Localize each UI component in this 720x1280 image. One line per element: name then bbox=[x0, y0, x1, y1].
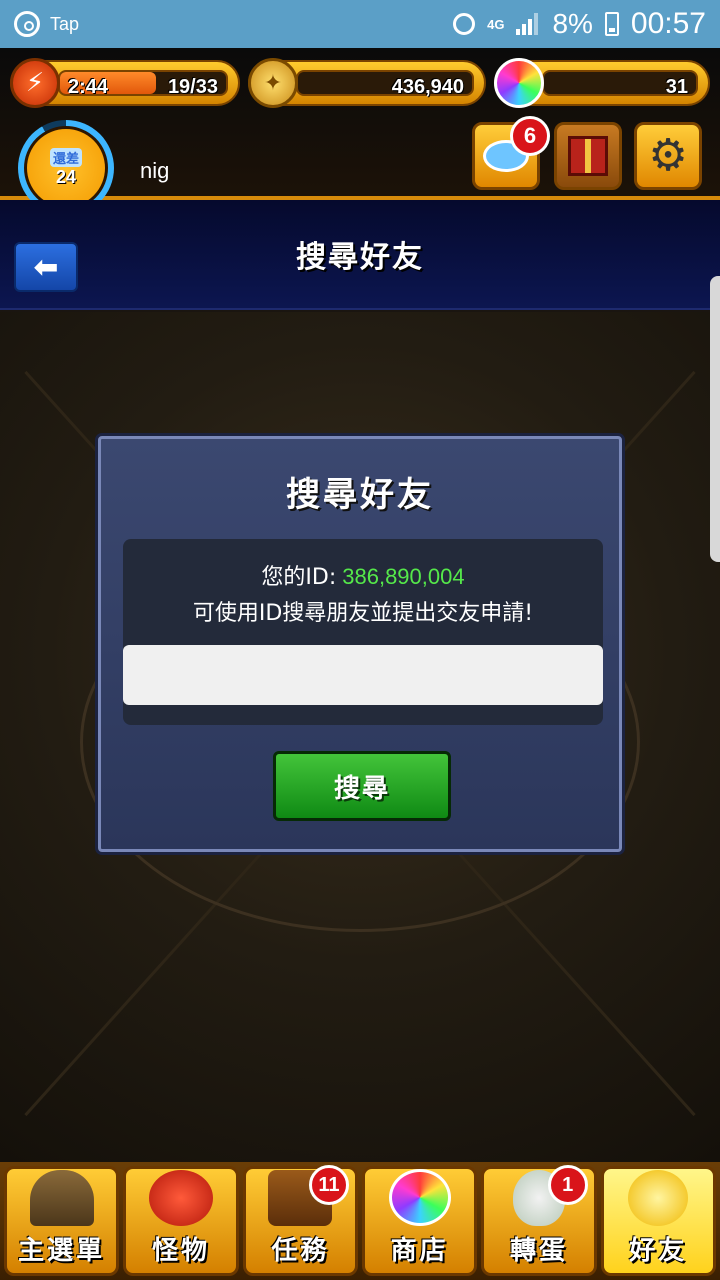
gacha-badge: 1 bbox=[547, 1165, 588, 1205]
orb-track: 31 bbox=[542, 70, 698, 98]
page-title: 搜尋好友 bbox=[296, 240, 424, 275]
nav-gacha[interactable]: 轉蛋 1 bbox=[481, 1165, 597, 1276]
chat-badge: 6 bbox=[510, 116, 550, 156]
settings-button[interactable]: ⚙ bbox=[634, 122, 702, 190]
coin-count: 436,940 bbox=[391, 76, 464, 98]
friend-id-input[interactable] bbox=[123, 645, 603, 705]
lightning-icon: ⚡ bbox=[10, 58, 60, 108]
status-bar: Tap 4G 8% 00:57 bbox=[0, 0, 720, 48]
rainbow-orb-icon bbox=[388, 1169, 451, 1226]
app-notification-icon bbox=[14, 11, 40, 37]
nav-quests[interactable]: 任務 11 bbox=[242, 1165, 358, 1276]
status-clock: 00:57 bbox=[630, 7, 706, 40]
stamina-bar[interactable]: 2:44 19/33 ⚡ bbox=[10, 58, 240, 108]
rank-remaining: 24 bbox=[55, 167, 77, 187]
friends-icon bbox=[628, 1170, 689, 1226]
quests-badge: 11 bbox=[308, 1165, 349, 1205]
nav-label: 轉蛋 bbox=[509, 1236, 568, 1266]
nav-shop[interactable]: 商店 bbox=[361, 1166, 478, 1276]
search-hint: 可使用ID搜尋朋友並提出交友申請! bbox=[192, 601, 534, 626]
title-bar: ⬅ 搜尋好友 bbox=[0, 200, 720, 310]
stamina-count: 19/33 bbox=[167, 76, 218, 98]
network-type: 4G bbox=[487, 16, 505, 32]
nav-main-menu[interactable]: 主選單 bbox=[4, 1166, 120, 1276]
stamina-track: 2:44 19/33 bbox=[58, 70, 228, 98]
battery-icon bbox=[604, 12, 619, 36]
gift-button[interactable] bbox=[554, 122, 622, 190]
nav-label: 主選單 bbox=[18, 1236, 106, 1266]
nav-label: 怪物 bbox=[151, 1236, 210, 1266]
gift-icon bbox=[568, 136, 608, 176]
coin-track: 436,940 bbox=[296, 70, 474, 98]
player-name: nig bbox=[140, 158, 170, 183]
orb-count: 31 bbox=[665, 76, 688, 98]
nav-friends[interactable]: 好友 bbox=[600, 1166, 716, 1276]
battery-percent: 8% bbox=[552, 8, 593, 39]
monster-icon bbox=[148, 1170, 213, 1226]
dialog-title: 搜尋好友 bbox=[286, 475, 434, 515]
coin-bar[interactable]: 436,940 ✦ bbox=[248, 58, 486, 108]
game-hud: 2:44 19/33 ⚡ 436,940 ✦ 31 還差 24 nig ⚙ bbox=[0, 48, 720, 216]
gear-icon: ⚙ bbox=[648, 130, 688, 181]
signal-icon bbox=[516, 13, 540, 35]
edge-panel-handle[interactable] bbox=[710, 276, 720, 562]
alarm-icon bbox=[453, 13, 476, 35]
orb-bar[interactable]: 31 bbox=[494, 58, 710, 108]
nav-label: 好友 bbox=[629, 1236, 688, 1266]
coin-icon: ✦ bbox=[248, 58, 298, 108]
bottom-nav: 主選單 怪物 任務 11 商店 轉蛋 1 好友 bbox=[0, 1162, 720, 1280]
search-friend-dialog: 搜尋好友 您的ID: 386,890,004 可使用ID搜尋朋友並提出交友申請! … bbox=[98, 436, 622, 852]
rainbow-orb-icon bbox=[494, 58, 544, 108]
gate-icon bbox=[29, 1170, 94, 1226]
stamina-timer: 2:44 bbox=[68, 76, 109, 98]
nav-monsters[interactable]: 怪物 bbox=[123, 1166, 239, 1276]
nav-label: 商店 bbox=[390, 1236, 449, 1266]
player-id-label: 您的ID: bbox=[261, 565, 337, 590]
dialog-panel: 您的ID: 386,890,004 可使用ID搜尋朋友並提出交友申請! bbox=[123, 539, 603, 725]
notification-app-name: Tap bbox=[50, 13, 80, 34]
player-id-line: 您的ID: 386,890,004 bbox=[123, 559, 603, 591]
rank-badge: 還差 24 bbox=[24, 126, 108, 210]
rank-label: 還差 bbox=[49, 148, 82, 167]
nav-label: 任務 bbox=[271, 1236, 330, 1266]
search-button[interactable]: 搜尋 bbox=[273, 751, 451, 821]
player-id-value: 386,890,004 bbox=[342, 564, 465, 589]
